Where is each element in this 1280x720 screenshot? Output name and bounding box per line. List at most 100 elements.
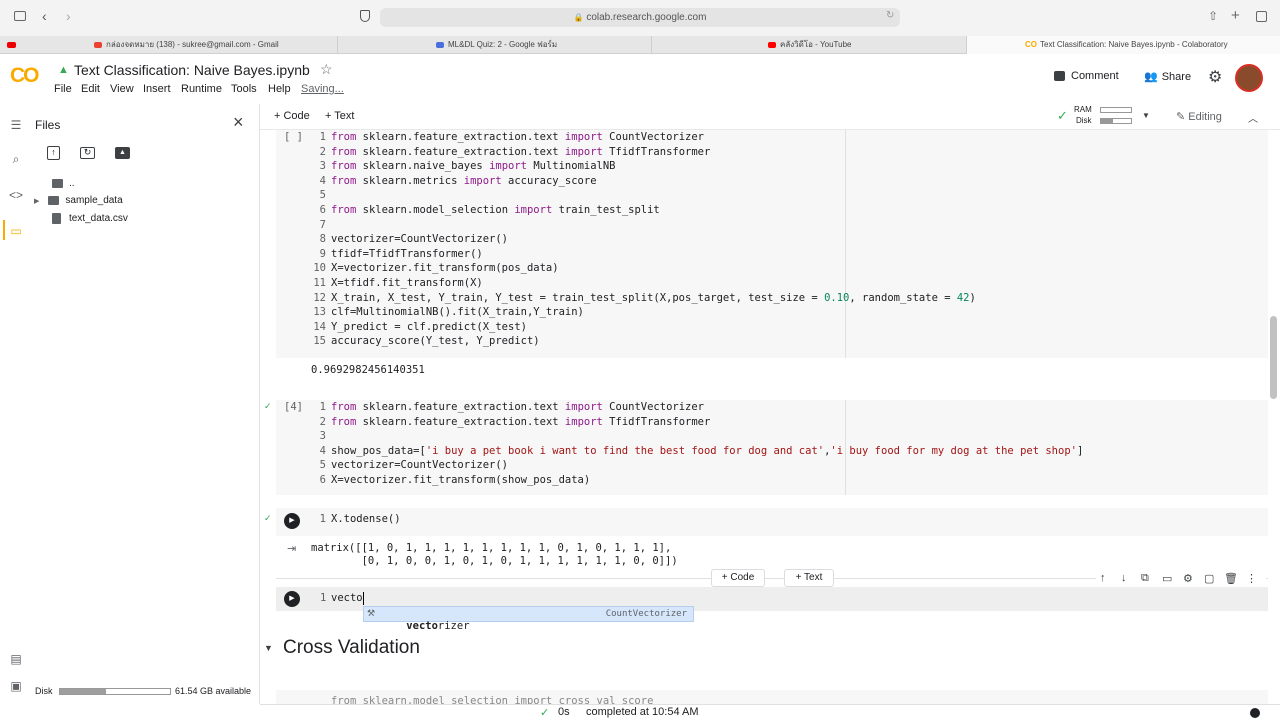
runtime-indicator-icon[interactable] — [1250, 708, 1260, 718]
code-line[interactable]: vectorizer=CountVectorizer() — [331, 459, 508, 471]
line-number: 3 — [319, 430, 326, 443]
folder-up-icon — [52, 178, 63, 188]
address-bar[interactable]: 🔒 colab.research.google.com — [380, 8, 900, 27]
file-item-sample-data[interactable]: ▶ sample_data — [34, 195, 123, 206]
autocomplete-popup[interactable]: ⚒ vectorizer CountVectorizer — [363, 606, 694, 632]
star-icon[interactable]: ☆ — [320, 61, 333, 78]
autocomplete-match: vecto — [406, 620, 438, 632]
line-number: 6 — [319, 474, 326, 486]
code-line[interactable]: X=vectorizer.fit_transform(pos_data) — [331, 262, 559, 274]
reload-icon[interactable]: ↻ — [886, 10, 894, 21]
code-snippets-icon[interactable]: <> — [8, 188, 24, 202]
add-code-button[interactable]: + Code — [274, 110, 310, 122]
code-line[interactable]: from sklearn.feature_extraction.text imp… — [331, 416, 710, 428]
run-cell-button[interactable]: ▶ — [284, 513, 300, 529]
new-tab-icon[interactable]: + — [1231, 7, 1240, 24]
pencil-icon: ✎ — [1176, 111, 1186, 123]
code-cell-5[interactable]: from sklearn.model_selection import cros… — [276, 690, 1268, 704]
status-message: completed at 10:54 AM — [586, 706, 699, 718]
code-line[interactable]: X_train, X_test, Y_train, Y_test = train… — [331, 292, 976, 304]
code-line[interactable]: from sklearn.metrics import accuracy_sco… — [331, 175, 597, 187]
line-number: 11 — [313, 277, 326, 289]
close-icon[interactable]: × — [233, 112, 244, 133]
section-collapse-icon[interactable]: ▼ — [264, 643, 273, 653]
folder-icon[interactable]: ▭ — [8, 224, 24, 238]
menu-file[interactable]: File — [54, 83, 72, 95]
colab-logo[interactable]: CO — [10, 64, 39, 88]
collapse-header-icon[interactable]: ︿ — [1248, 110, 1258, 125]
menu-view[interactable]: View — [110, 83, 134, 95]
code-line[interactable]: from sklearn.feature_extraction.text imp… — [331, 146, 710, 158]
keyword: import — [564, 415, 603, 428]
sidebar-toggle-icon[interactable] — [14, 11, 26, 21]
scrollbar-thumb[interactable] — [1270, 316, 1277, 399]
comment-button[interactable]: Comment — [1054, 70, 1119, 82]
mount-drive-icon[interactable]: ▲ — [115, 147, 130, 159]
command-palette-icon[interactable]: ▤ — [8, 652, 24, 666]
privacy-shield-icon[interactable] — [360, 10, 370, 22]
line-number: 1 — [319, 513, 326, 525]
tab-colab[interactable]: CO Text Classification: Naive Bayes.ipynb… — [967, 36, 1280, 54]
tab-gmail[interactable]: กล่องจดหมาย (138) - sukree@gmail.com - G… — [80, 36, 338, 54]
mirror-icon[interactable]: ▢ — [1204, 572, 1214, 585]
cell-3-code-line[interactable]: X.todense() — [331, 513, 401, 525]
delete-icon[interactable]: 🗑 — [1224, 572, 1238, 585]
move-up-icon[interactable]: ↑ — [1100, 572, 1106, 584]
move-down-icon[interactable]: ↓ — [1121, 572, 1127, 584]
tab-youtube[interactable]: คลังวิดีโอ - YouTube — [652, 36, 967, 54]
code-cell-3[interactable] — [276, 508, 1268, 536]
insert-text-button[interactable]: + Text — [784, 569, 834, 587]
code-line[interactable]: Y_predict = clf.predict(X_test) — [331, 321, 527, 333]
terminal-icon[interactable]: ▣ — [8, 679, 24, 693]
code-line[interactable]: vectorizer=CountVectorizer() — [331, 233, 508, 245]
code-line[interactable]: X=tfidf.fit_transform(X) — [331, 277, 483, 289]
settings-icon[interactable]: ⚙ — [1183, 572, 1193, 585]
pinned-youtube-icon[interactable] — [7, 42, 16, 48]
more-icon[interactable]: ⋮ — [1246, 572, 1257, 585]
menu-edit[interactable]: Edit — [81, 83, 100, 95]
menu-tools[interactable]: Tools — [231, 83, 257, 95]
code-line[interactable]: clf=MultinomialNB().fit(X_train,Y_train) — [331, 306, 584, 318]
back-icon[interactable]: ‹ — [42, 8, 47, 24]
menu-insert[interactable]: Insert — [143, 83, 171, 95]
cell-1-prompt[interactable]: [ ] — [284, 131, 303, 143]
line-number: 15 — [313, 335, 326, 348]
add-text-button[interactable]: + Text — [325, 110, 354, 122]
code-line[interactable]: X=vectorizer.fit_transform(show_pos_data… — [331, 474, 590, 486]
search-icon[interactable]: ⌕ — [8, 152, 24, 167]
code-line[interactable]: from sklearn.naive_bayes import Multinom… — [331, 160, 616, 172]
code-line[interactable]: show_pos_data=['i buy a pet book i want … — [331, 445, 1083, 457]
settings-gear-icon[interactable]: ⚙ — [1208, 67, 1222, 87]
editing-button[interactable]: ✎ Editing — [1176, 110, 1222, 123]
cell-4-code-line[interactable]: vecto — [331, 592, 363, 604]
refresh-folder-icon[interactable]: ↻ — [80, 147, 95, 159]
menu-runtime[interactable]: Runtime — [181, 83, 222, 95]
cell-2-prompt[interactable]: [4] — [284, 401, 303, 413]
forms-icon — [436, 41, 444, 48]
code-line[interactable]: from sklearn.model_selection import trai… — [331, 204, 660, 216]
code-line[interactable]: from sklearn.feature_extraction.text imp… — [331, 401, 704, 413]
upload-icon[interactable]: ↑ — [47, 146, 60, 160]
share-icon[interactable]: ⇧ — [1208, 9, 1218, 23]
forward-icon[interactable]: › — [66, 8, 71, 24]
share-button[interactable]: 👥 Share — [1144, 70, 1191, 83]
tab-overview-icon[interactable] — [1256, 11, 1267, 22]
cell-5-code-line[interactable]: from sklearn.model_selection import cros… — [331, 695, 653, 704]
file-item-text-data-csv[interactable]: text_data.csv — [52, 213, 128, 224]
code-line[interactable]: accuracy_score(Y_test, Y_predict) — [331, 335, 540, 347]
output-clear-icon[interactable]: ⇥ — [287, 542, 296, 555]
file-item-parent[interactable]: .. — [52, 178, 75, 189]
code-line[interactable]: from sklearn.feature_extraction.text imp… — [331, 131, 704, 143]
insert-code-button[interactable]: + Code — [711, 569, 765, 587]
tab-google-forms[interactable]: ML&DL Quiz: 2 - Google ฟอร์ม — [338, 36, 652, 54]
resources-dropdown-icon[interactable]: ▼ — [1142, 111, 1150, 120]
table-of-contents-icon[interactable]: ☰ — [8, 118, 24, 132]
code-line[interactable]: tfidf=TfidfTransformer() — [331, 248, 483, 260]
link-icon[interactable]: ⧉ — [1141, 572, 1149, 585]
expand-arrow-icon[interactable]: ▶ — [34, 198, 39, 205]
menu-help[interactable]: Help — [268, 83, 291, 95]
avatar[interactable] — [1235, 64, 1263, 92]
comment-icon[interactable]: ▭ — [1162, 572, 1172, 585]
run-cell-button[interactable]: ▶ — [284, 591, 300, 607]
notebook-title[interactable]: Text Classification: Naive Bayes.ipynb — [74, 62, 310, 78]
